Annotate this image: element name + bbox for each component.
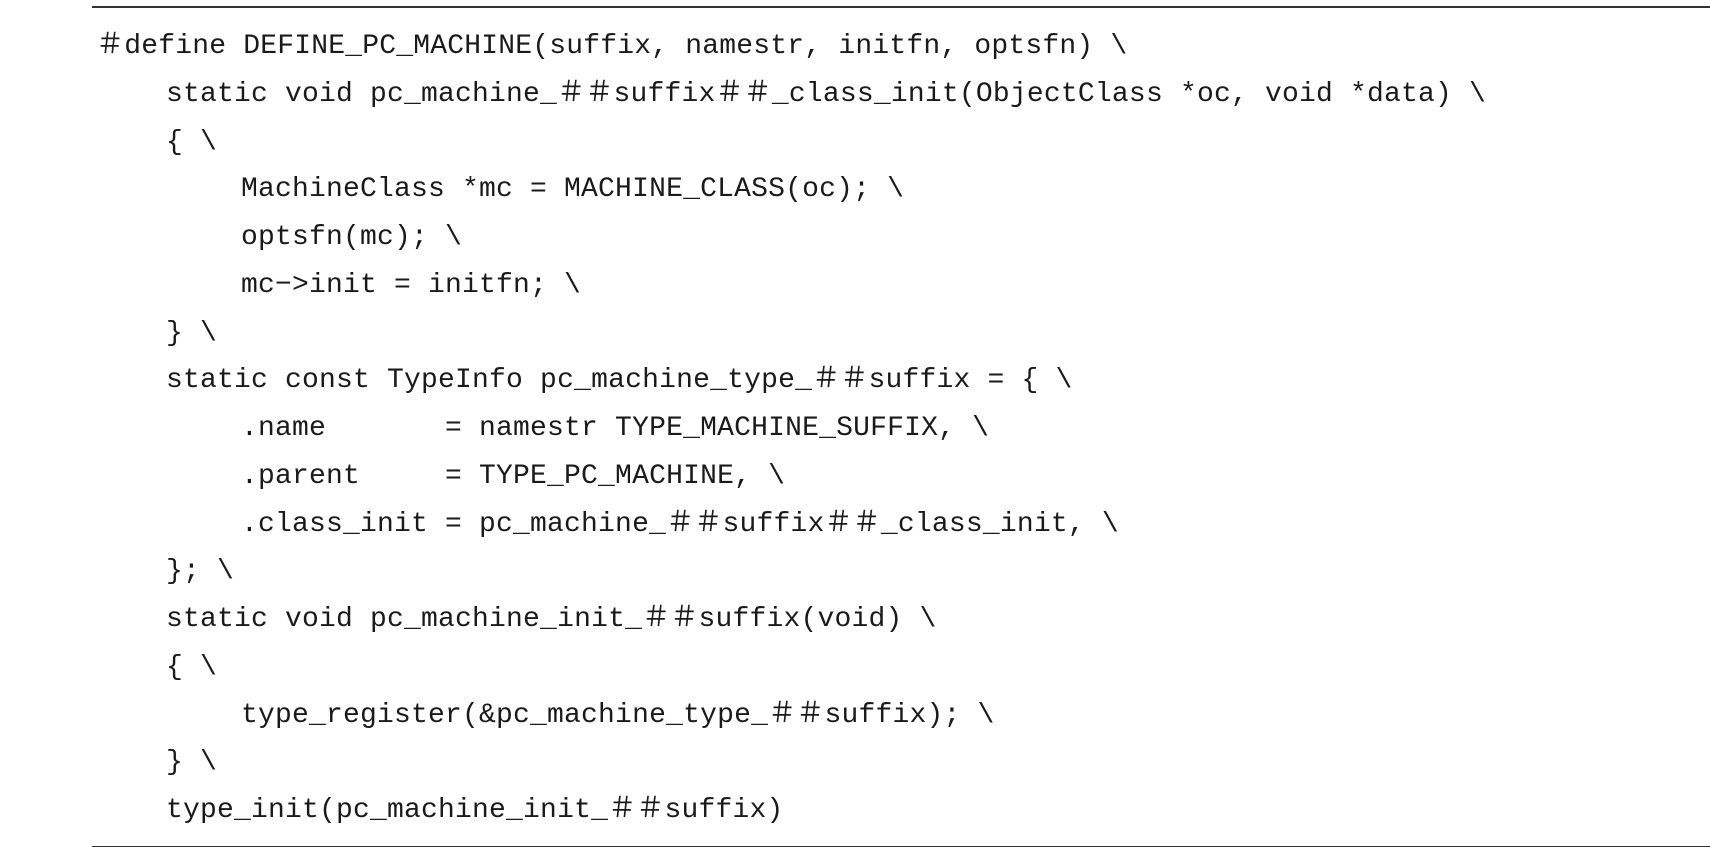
code-line: .class_init = pc_machine_＃＃suffix＃＃_clas…: [241, 508, 1119, 540]
code-line: }; \: [166, 556, 235, 588]
code-line: optsfn(mc); \: [241, 222, 463, 253]
code-line: ＃define DEFINE_PC_MACHINE(suffix, namest…: [96, 31, 1128, 62]
code-line: type_init(pc_machine_init_＃＃suffix): [166, 795, 784, 826]
code-line: type_register(&pc_machine_type_＃＃suffix)…: [241, 699, 995, 731]
code-line: static void pc_machine_＃＃suffix＃＃_class_…: [166, 78, 1486, 110]
code-line: } \: [166, 317, 218, 349]
code-line: { \: [166, 126, 218, 158]
code-line: mc−>init = initfn; \: [241, 269, 582, 301]
code-line: .parent = TYPE_PC_MACHINE, \: [241, 460, 786, 492]
top-rule: [92, 6, 1710, 8]
code-line: { \: [166, 651, 218, 683]
code-line: } \: [166, 747, 218, 779]
code-line: .name = namestr TYPE_MACHINE_SUFFIX, \: [241, 413, 990, 444]
code-line: static const TypeInfo pc_machine_type_＃＃…: [166, 365, 1073, 397]
code-line: MachineClass *mc = MACHINE_CLASS(oc); \: [241, 174, 905, 206]
code-line: static void pc_machine_init_＃＃suffix(voi…: [166, 604, 937, 635]
code-listing: ＃define DEFINE_PC_MACHINE(suffix, namest…: [96, 23, 1486, 835]
